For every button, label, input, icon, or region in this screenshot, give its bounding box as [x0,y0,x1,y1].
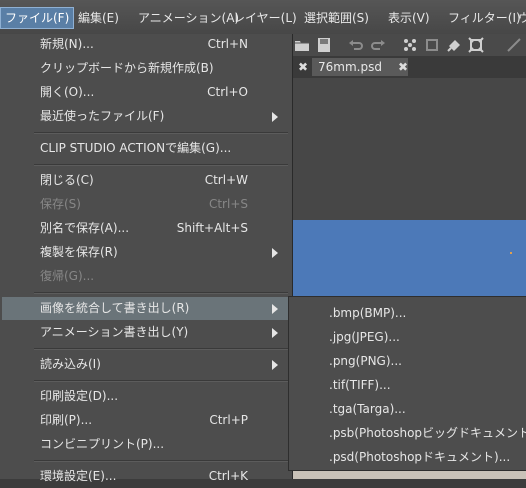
save-icon[interactable] [316,37,332,53]
export-submenu: .bmp(BMP)... .jpg(JPEG)... .png(PNG)... … [288,296,526,471]
submenu-item-tga[interactable]: .tga(Targa)... [329,398,406,420]
menu-item-export-flattened[interactable]: 画像を統合して書き出し(R) [2,297,290,320]
menu-item-shortcut: Ctrl+S [208,197,248,211]
menu-item-shortcut: Ctrl+O [207,85,248,99]
menu-item-label: 印刷(P)... [40,413,93,427]
submenu-arrow-icon [272,328,278,338]
tab-document[interactable]: 76mm.psd [312,58,408,76]
menu-item-label: 印刷設定(D)... [40,389,119,403]
menu-item-label: 新規(N)... [40,37,94,51]
ruler-icon[interactable] [506,37,522,53]
submenu-arrow-icon [272,248,278,258]
menu-selection[interactable]: 選択範囲(S) [300,8,373,28]
menu-item-new[interactable]: 新規(N)... Ctrl+N [2,33,290,56]
menu-window[interactable]: ウ [514,8,526,28]
menu-item-preferences[interactable]: 環境設定(E)... Ctrl+K [2,465,290,488]
menu-separator [34,164,288,166]
menu-separator [34,132,288,134]
file-menu: 新規(N)... Ctrl+N クリップボードから新規作成(B) 開く(O)..… [0,33,293,483]
menu-edit[interactable]: 編集(E) [74,8,123,28]
menu-item-label: 画像を統合して書き出し(R) [40,301,190,315]
menu-item-shortcut: Ctrl+P [209,413,248,427]
menu-item-import[interactable]: 読み込み(I) [2,353,290,376]
open-folder-icon[interactable] [294,37,310,53]
menu-item-clip-studio-action[interactable]: CLIP STUDIO ACTIONで編集(G)... [2,137,290,160]
redo-icon[interactable] [370,37,386,53]
menu-separator [34,348,288,350]
menu-item-shortcut: Ctrl+W [204,173,248,187]
menu-item-shortcut: Shift+Alt+S [176,221,248,235]
command-bar [292,34,526,56]
menu-item-label: 開く(O)... [40,85,95,99]
selection-spray-icon[interactable] [402,37,418,53]
menu-bar: ファイル(F) 編集(E) アニメーション(A) レイヤー(L) 選択範囲(S)… [0,0,526,35]
fill-bucket-icon[interactable] [446,37,462,53]
menu-item-shortcut: Ctrl+N [207,37,248,51]
submenu-item-psd[interactable]: .psd(Photoshopドキュメント)... [329,446,510,468]
menu-filter[interactable]: フィルター(I) [444,8,525,28]
submenu-arrow-icon [272,112,278,122]
close-tab-icon[interactable]: ✖ [298,58,308,76]
crop-icon[interactable] [468,37,484,53]
submenu-item-psb[interactable]: .psb(Photoshopビッグドキュメント)... [329,422,526,444]
submenu-item-jpg[interactable]: .jpg(JPEG)... [329,326,400,348]
menu-item-label: 閉じる(C) [40,173,94,187]
menu-separator [34,380,288,382]
menu-item-label: コンビニプリント(P)... [40,437,165,451]
menu-view[interactable]: 表示(V) [384,8,434,28]
menu-item-revert[interactable]: 復帰(G)... [2,265,290,288]
menu-item-save-duplicate[interactable]: 複製を保存(R) [2,241,290,264]
menu-item-print[interactable]: 印刷(P)... Ctrl+P [2,409,290,432]
menu-separator [34,460,288,462]
canvas-area [292,78,526,220]
document-tabs: ✖ 76mm.psd ✖ [292,56,526,79]
menu-item-save-as[interactable]: 別名で保存(A)... Shift+Alt+S [2,217,290,240]
menu-item-shortcut: Ctrl+K [208,469,248,483]
submenu-item-bmp[interactable]: .bmp(BMP)... [329,302,406,324]
menu-item-open[interactable]: 開く(O)... Ctrl+O [2,81,290,104]
submenu-arrow-icon [272,304,278,314]
menu-item-label: 別名で保存(A)... [40,221,130,235]
menu-item-new-from-clipboard[interactable]: クリップボードから新規作成(B) [2,57,290,80]
menu-item-label: 最近使ったファイル(F) [40,109,165,123]
menu-item-label: 復帰(G)... [40,269,95,283]
menu-item-save[interactable]: 保存(S) Ctrl+S [2,193,290,216]
menu-item-export-animation[interactable]: アニメーション書き出し(Y) [2,321,290,344]
menu-layer[interactable]: レイヤー(L) [229,8,301,28]
menu-item-label: 保存(S) [40,197,81,211]
menu-item-label: 環境設定(E)... [40,469,117,483]
undo-icon[interactable] [348,37,364,53]
canvas-layer [292,220,526,297]
submenu-item-png[interactable]: .png(PNG)... [329,350,402,372]
menu-animation[interactable]: アニメーション(A) [134,8,243,28]
menu-item-close[interactable]: 閉じる(C) Ctrl+W [2,169,290,192]
menu-item-label: CLIP STUDIO ACTIONで編集(G)... [40,141,232,155]
menu-item-recent-files[interactable]: 最近使ったファイル(F) [2,105,290,128]
menu-separator [34,292,288,294]
canvas-marker [510,252,512,254]
menu-item-print-settings[interactable]: 印刷設定(D)... [2,385,290,408]
menu-item-label: アニメーション書き出し(Y) [40,325,189,339]
submenu-item-tif[interactable]: .tif(TIFF)... [329,374,391,396]
close-document-tab-icon[interactable]: ✖ [398,58,408,76]
menu-file[interactable]: ファイル(F) [0,7,75,29]
menu-item-label: クリップボードから新規作成(B) [40,61,214,75]
menu-item-label: 読み込み(I) [40,357,101,371]
submenu-arrow-icon [272,360,278,370]
transform-icon[interactable] [424,37,440,53]
menu-item-label: 複製を保存(R) [40,245,118,259]
menu-item-convenience-print[interactable]: コンビニプリント(P)... [2,433,290,456]
